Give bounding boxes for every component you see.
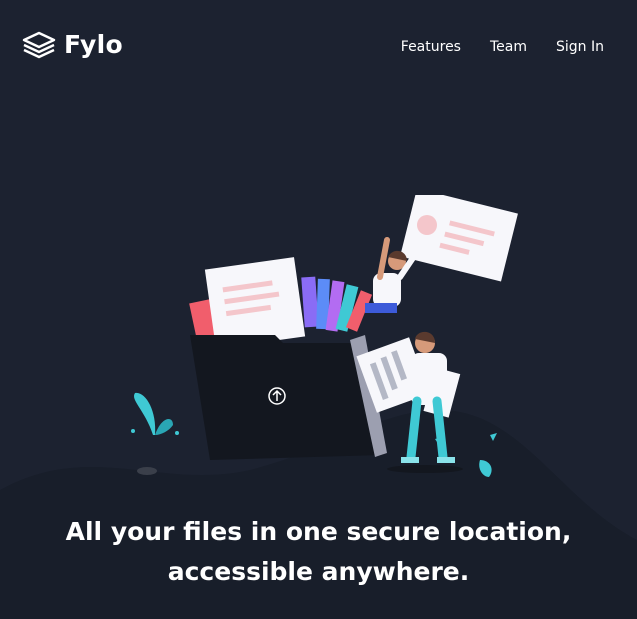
hero-headline-line-2: accessible anywhere. bbox=[167, 557, 470, 586]
main-nav: Features Team Sign In bbox=[401, 39, 604, 55]
person-top bbox=[365, 195, 518, 313]
nav-link-features[interactable]: Features bbox=[401, 39, 461, 55]
plant-left bbox=[131, 392, 179, 475]
folder bbox=[190, 335, 387, 460]
hero-headline: All your files in one secure location, a… bbox=[0, 512, 637, 592]
color-swatches bbox=[301, 276, 373, 332]
hero-illustration bbox=[131, 195, 518, 477]
stacked-layers-icon bbox=[22, 31, 56, 58]
nav-link-sign-in[interactable]: Sign In bbox=[556, 39, 604, 55]
site-header: Fylo Features Team Sign In bbox=[0, 0, 637, 90]
landing-page: Fylo Features Team Sign In All your file… bbox=[0, 0, 637, 619]
brand-name: Fylo bbox=[64, 30, 123, 59]
hero-headline-line-1: All your files in one secure location, bbox=[65, 517, 572, 546]
brand-logo[interactable]: Fylo bbox=[22, 30, 123, 59]
nav-link-team[interactable]: Team bbox=[490, 39, 527, 55]
